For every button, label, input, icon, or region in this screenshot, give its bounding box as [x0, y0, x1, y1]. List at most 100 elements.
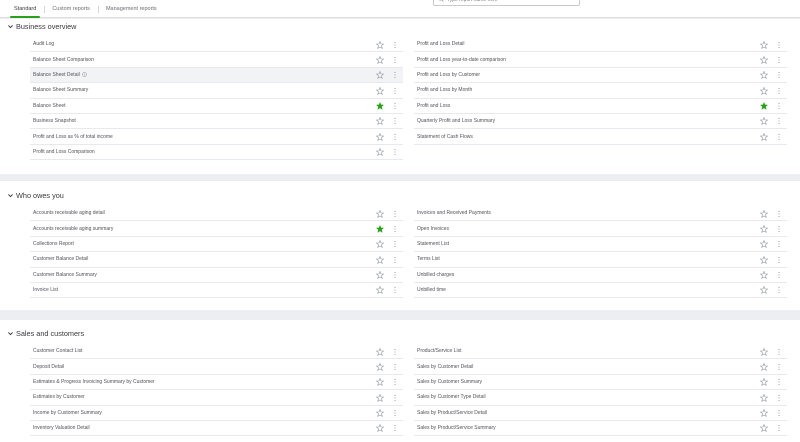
- kebab-menu-icon[interactable]: [777, 133, 781, 141]
- report-link[interactable]: Profit and Loss by Customer: [414, 72, 787, 78]
- star-outline-icon[interactable]: [376, 271, 384, 280]
- star-outline-icon[interactable]: [760, 40, 768, 49]
- report-link[interactable]: Sales by Product/Service Detail: [414, 410, 787, 416]
- report-link[interactable]: Estimates by Customer: [30, 394, 403, 400]
- report-row[interactable]: Unbilled charges: [414, 268, 787, 283]
- report-row[interactable]: Collections Report: [30, 237, 403, 253]
- report-link[interactable]: Profit and Loss year-to-date comparison: [414, 57, 787, 63]
- report-row[interactable]: Profit and Loss Detail: [414, 37, 787, 53]
- report-link[interactable]: Terms List: [414, 256, 787, 262]
- kebab-menu-icon[interactable]: [777, 256, 781, 264]
- report-link[interactable]: Profit and Loss Detail: [414, 41, 787, 47]
- report-row[interactable]: Customer Balance Detail: [30, 252, 403, 268]
- kebab-menu-icon[interactable]: [777, 363, 781, 371]
- report-link[interactable]: Audit Log: [30, 41, 403, 47]
- kebab-menu-icon[interactable]: [777, 117, 781, 125]
- kebab-menu-icon[interactable]: [777, 41, 781, 49]
- report-row[interactable]: Balance Sheet: [30, 99, 403, 114]
- kebab-menu-icon[interactable]: [393, 41, 397, 49]
- report-link[interactable]: Open Invoices: [414, 226, 787, 232]
- star-outline-icon[interactable]: [376, 362, 384, 371]
- report-link[interactable]: Balance Sheet Comparison: [30, 57, 403, 63]
- report-link[interactable]: Customer Contact List: [30, 348, 403, 354]
- kebab-menu-icon[interactable]: [777, 210, 781, 218]
- report-link[interactable]: Balance Sheet: [30, 103, 403, 109]
- report-link[interactable]: Income by Customer Summary: [30, 410, 403, 416]
- star-outline-icon[interactable]: [376, 132, 384, 141]
- report-row[interactable]: Statement List: [414, 237, 787, 253]
- report-row[interactable]: Profit and Loss by Customer: [414, 68, 787, 84]
- report-row[interactable]: Profit and Loss: [414, 99, 787, 114]
- kebab-menu-icon[interactable]: [393, 71, 397, 79]
- report-row[interactable]: Audit Log: [30, 37, 403, 53]
- kebab-menu-icon[interactable]: [393, 56, 397, 64]
- report-link[interactable]: Estimates & Progress Invoicing Summary b…: [30, 379, 403, 385]
- kebab-menu-icon[interactable]: [393, 271, 397, 279]
- section-header-business-overview[interactable]: Business overview: [7, 20, 76, 32]
- star-filled-icon[interactable]: [376, 224, 384, 233]
- star-outline-icon[interactable]: [376, 240, 384, 249]
- kebab-menu-icon[interactable]: [393, 363, 397, 371]
- star-outline-icon[interactable]: [376, 86, 384, 95]
- report-link[interactable]: Customer Balance Summary: [30, 272, 403, 278]
- report-row[interactable]: Balance Sheet Comparison: [30, 52, 403, 68]
- star-filled-icon[interactable]: [376, 102, 384, 110]
- star-outline-icon[interactable]: [376, 117, 384, 126]
- report-search-box[interactable]: [433, 0, 580, 6]
- star-outline-icon[interactable]: [760, 209, 768, 218]
- report-link[interactable]: Sales by Customer Detail: [414, 364, 787, 370]
- star-outline-icon[interactable]: [760, 71, 768, 80]
- star-outline-icon[interactable]: [760, 409, 768, 418]
- report-link[interactable]: Statement List: [414, 241, 787, 247]
- report-row[interactable]: Quarterly Profit and Loss Summary: [414, 114, 787, 130]
- report-row[interactable]: Deposit Detail: [30, 359, 403, 375]
- report-row[interactable]: Accounts receivable aging detail: [30, 206, 403, 222]
- report-row[interactable]: Balance Sheet Detail: [30, 67, 403, 84]
- star-outline-icon[interactable]: [760, 362, 768, 371]
- search-input[interactable]: [447, 0, 575, 4]
- star-outline-icon[interactable]: [760, 393, 768, 402]
- star-outline-icon[interactable]: [376, 393, 384, 402]
- star-outline-icon[interactable]: [760, 255, 768, 264]
- report-row[interactable]: Sales by Product/Service Detail: [414, 406, 787, 421]
- report-link[interactable]: Sales by Customer Summary: [414, 379, 787, 385]
- kebab-menu-icon[interactable]: [393, 102, 397, 110]
- kebab-menu-icon[interactable]: [393, 210, 397, 218]
- report-row[interactable]: Invoice List: [30, 283, 403, 299]
- report-link[interactable]: Balance Sheet Summary: [30, 87, 403, 93]
- report-link[interactable]: Sales by Product/Service Summary: [414, 425, 787, 431]
- report-row[interactable]: Profit and Loss year-to-date comparison: [414, 52, 787, 68]
- kebab-menu-icon[interactable]: [777, 71, 781, 79]
- report-row[interactable]: Sales by Customer Type Detail: [414, 390, 787, 406]
- tab-standard[interactable]: Standard: [6, 2, 44, 18]
- star-outline-icon[interactable]: [760, 378, 768, 387]
- report-row[interactable]: Profit and Loss Comparison: [30, 145, 403, 161]
- report-row[interactable]: Invoices and Received Payments: [414, 206, 787, 222]
- star-outline-icon[interactable]: [376, 255, 384, 264]
- report-link[interactable]: Profit and Loss Comparison: [30, 149, 403, 155]
- kebab-menu-icon[interactable]: [777, 348, 781, 356]
- report-row[interactable]: Business Snapshot: [30, 114, 403, 130]
- info-circle-icon[interactable]: [81, 72, 87, 77]
- report-link[interactable]: Collections Report: [30, 241, 403, 247]
- tab-management-reports[interactable]: Management reports: [97, 2, 165, 18]
- star-outline-icon[interactable]: [376, 424, 384, 433]
- kebab-menu-icon[interactable]: [777, 102, 781, 110]
- report-link[interactable]: Statement of Cash Flows: [414, 134, 787, 140]
- report-row[interactable]: Profit and Loss by Month: [414, 83, 787, 99]
- kebab-menu-icon[interactable]: [393, 117, 397, 125]
- report-link[interactable]: Balance Sheet Detail: [30, 72, 403, 78]
- kebab-menu-icon[interactable]: [393, 87, 397, 95]
- report-link[interactable]: Invoices and Received Payments: [414, 210, 787, 216]
- report-row[interactable]: Accounts receivable aging summary: [30, 221, 403, 237]
- kebab-menu-icon[interactable]: [393, 286, 397, 294]
- star-outline-icon[interactable]: [376, 71, 384, 80]
- star-outline-icon[interactable]: [760, 424, 768, 433]
- kebab-menu-icon[interactable]: [393, 409, 397, 417]
- kebab-menu-icon[interactable]: [777, 409, 781, 417]
- star-outline-icon[interactable]: [376, 409, 384, 418]
- report-row[interactable]: Customer Contact List: [30, 344, 403, 360]
- star-outline-icon[interactable]: [376, 347, 384, 356]
- kebab-menu-icon[interactable]: [393, 424, 397, 432]
- star-outline-icon[interactable]: [760, 286, 768, 295]
